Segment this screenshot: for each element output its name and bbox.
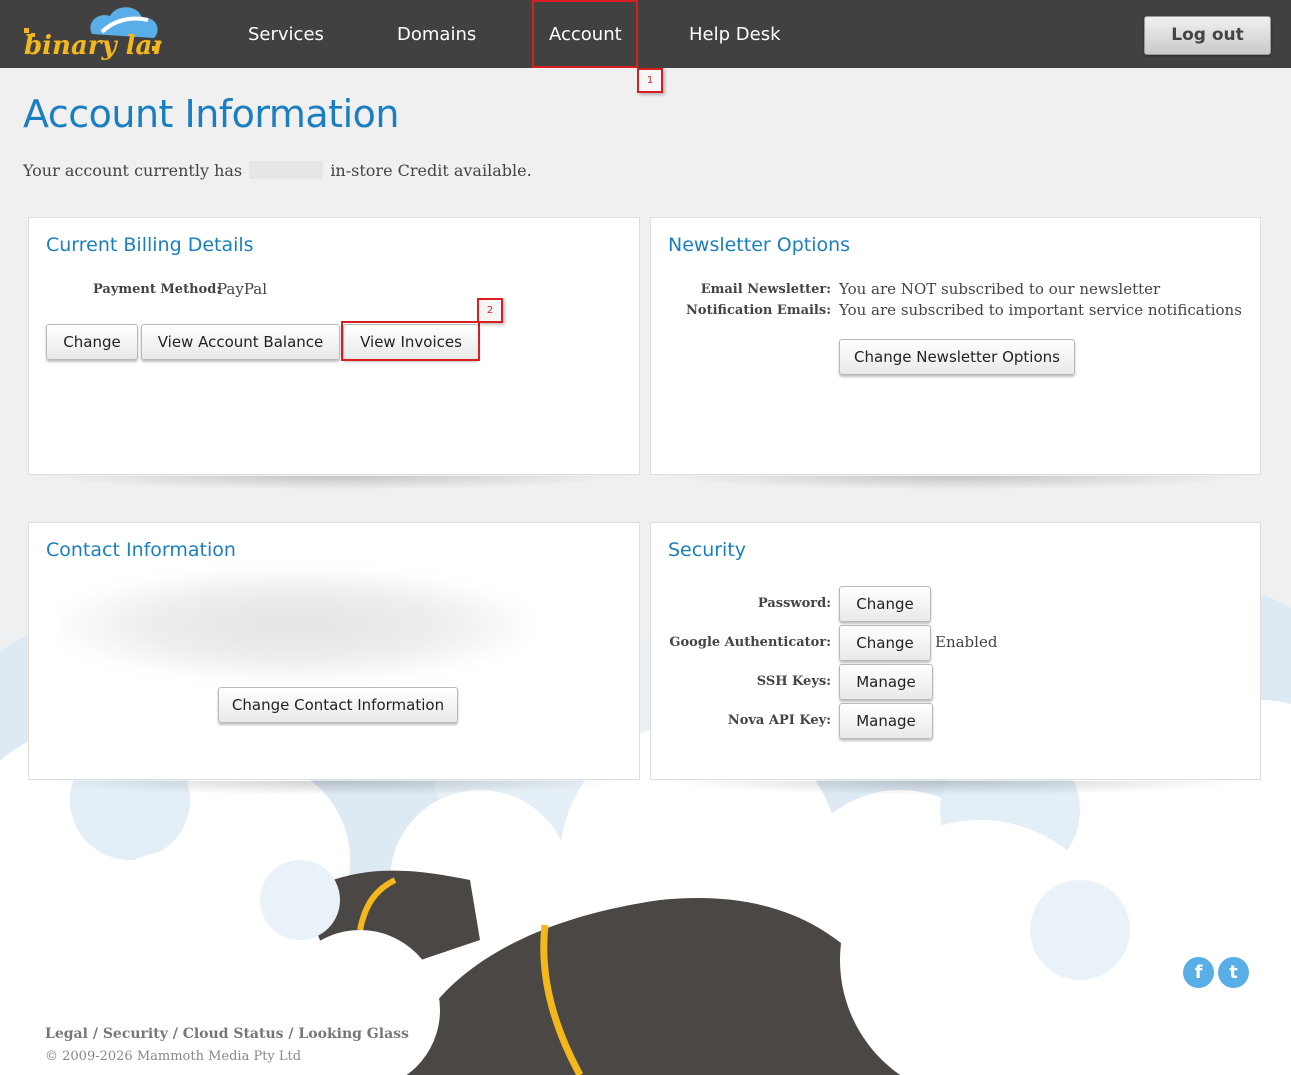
- manage-nova-api-key-button[interactable]: Manage: [839, 703, 933, 739]
- credit-amount-redacted: [249, 161, 324, 179]
- footer-link-cloud-status[interactable]: Cloud Status: [183, 1026, 284, 1042]
- footer-link-security[interactable]: Security: [103, 1026, 168, 1042]
- binary-lane-logo[interactable]: binary lane: [22, 2, 162, 64]
- footer-link-looking-glass[interactable]: Looking Glass: [298, 1026, 409, 1042]
- svg-text:binary lane: binary lane: [24, 31, 162, 61]
- annotation-marker-2: 2: [477, 298, 503, 323]
- contact-details-redacted: [59, 570, 529, 680]
- security-panel: Security Password: Change Google Authent…: [650, 522, 1261, 780]
- credit-suffix: in-store Credit available.: [330, 161, 532, 180]
- newsletter-title: Newsletter Options: [668, 234, 851, 256]
- panel-shadow: [40, 476, 628, 490]
- email-newsletter-label: Email Newsletter:: [700, 282, 831, 297]
- nav-help-desk[interactable]: Help Desk: [689, 0, 781, 68]
- billing-panel: Current Billing Details Payment Method: …: [28, 217, 640, 475]
- contact-panel: Contact Information Change Contact Infor…: [28, 522, 640, 780]
- newsletter-panel: Newsletter Options Email Newsletter: You…: [650, 217, 1261, 475]
- change-password-button[interactable]: Change: [839, 586, 931, 622]
- logout-button[interactable]: Log out: [1144, 16, 1271, 55]
- google-authenticator-status: Enabled: [935, 633, 998, 651]
- panel-shadow: [40, 781, 628, 795]
- change-newsletter-options-button[interactable]: Change Newsletter Options: [839, 339, 1075, 375]
- facebook-icon[interactable]: f: [1183, 957, 1214, 988]
- annotation-marker-1: 1: [637, 68, 663, 93]
- payment-method-value: PayPal: [217, 280, 267, 298]
- page-title: Account Information: [23, 92, 399, 136]
- notification-emails-value: You are subscribed to important service …: [839, 301, 1242, 319]
- manage-ssh-keys-button[interactable]: Manage: [839, 664, 933, 700]
- panel-shadow: [662, 781, 1250, 795]
- contact-title: Contact Information: [46, 539, 236, 561]
- change-contact-information-button[interactable]: Change Contact Information: [218, 687, 458, 723]
- view-invoices-button[interactable]: View Invoices: [343, 324, 479, 360]
- nav-domains[interactable]: Domains: [397, 0, 476, 68]
- security-title: Security: [668, 539, 747, 561]
- panel-shadow: [662, 476, 1250, 490]
- credit-prefix: Your account currently has: [23, 161, 243, 180]
- nav-account[interactable]: Account: [549, 0, 622, 68]
- password-label: Password:: [757, 596, 831, 611]
- footer-separator: /: [92, 1026, 98, 1042]
- payment-method-label: Payment Method:: [93, 282, 222, 297]
- billing-title: Current Billing Details: [46, 234, 254, 256]
- change-billing-button[interactable]: Change: [46, 324, 138, 360]
- nav-services[interactable]: Services: [248, 0, 324, 68]
- copyright: © 2009-2026 Mammoth Media Pty Ltd: [45, 1049, 302, 1064]
- change-google-authenticator-button[interactable]: Change: [839, 625, 931, 661]
- credit-summary: Your account currently has in-store Cred…: [23, 161, 532, 180]
- footer-links: Legal / Security / Cloud Status / Lookin…: [45, 1026, 409, 1042]
- twitter-icon[interactable]: t: [1218, 957, 1249, 988]
- notification-emails-label: Notification Emails:: [686, 303, 831, 318]
- email-newsletter-value: You are NOT subscribed to our newsletter: [839, 280, 1161, 298]
- footer-separator: /: [172, 1026, 178, 1042]
- top-navigation-bar: binary lane Services Domains Account Hel…: [0, 0, 1291, 68]
- view-account-balance-button[interactable]: View Account Balance: [141, 324, 340, 360]
- footer-separator: /: [288, 1026, 294, 1042]
- ssh-keys-label: SSH Keys:: [756, 674, 831, 689]
- nova-api-key-label: Nova API Key:: [727, 713, 831, 728]
- footer-link-legal[interactable]: Legal: [45, 1026, 88, 1042]
- google-authenticator-label: Google Authenticator:: [669, 635, 831, 650]
